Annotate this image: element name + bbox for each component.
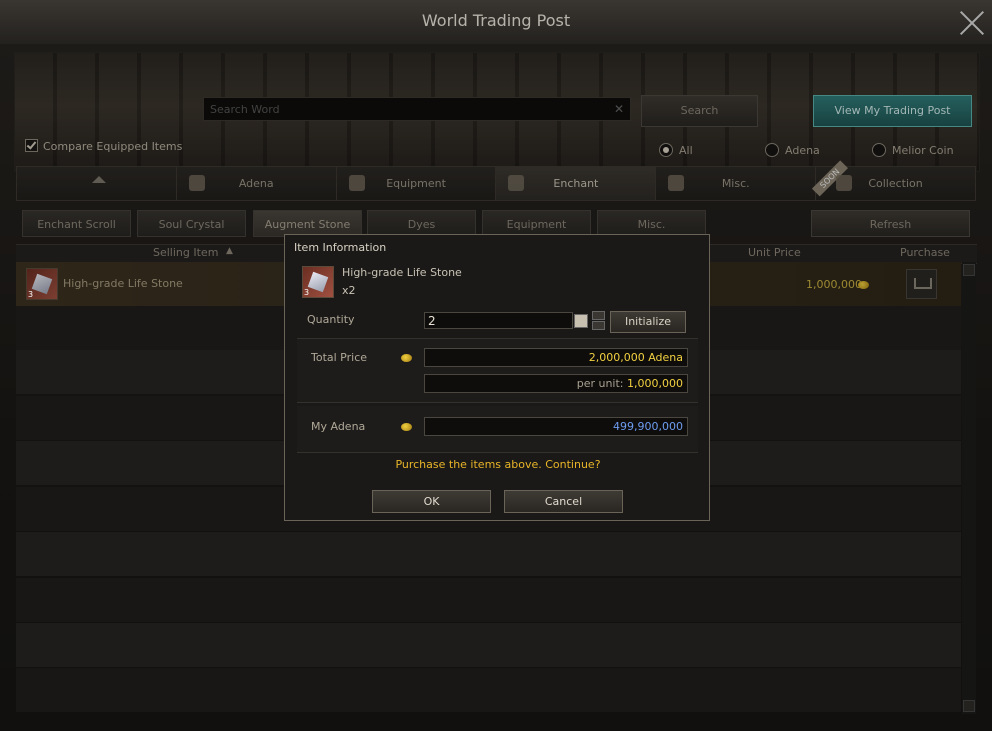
my-adena-label: My Adena [311, 420, 366, 433]
ok-button[interactable]: OK [372, 490, 491, 513]
my-adena-value: 499,900,000 [424, 417, 688, 436]
item-information-dialog: Item Information 3 High-grade Life Stone… [284, 234, 710, 521]
dialog-item-name: High-grade Life Stone [342, 266, 462, 279]
per-unit-label: per unit: [576, 377, 624, 390]
confirm-message: Purchase the items above. Continue? [395, 458, 601, 471]
per-unit-value: 1,000,000 [627, 377, 683, 390]
item-count: 3 [28, 290, 34, 299]
dialog-item-summary: 3 High-grade Life Stone x2 [297, 262, 698, 302]
adena-coin-icon [401, 423, 412, 431]
quantity-label: Quantity [307, 313, 355, 326]
adena-coin-icon [401, 354, 412, 362]
quantity-input[interactable]: 2 [424, 312, 573, 329]
my-adena-section: My Adena 499,900,000 [297, 406, 698, 453]
life-stone-icon: 3 [302, 266, 334, 298]
per-unit-box: per unit: 1,000,000 [424, 374, 688, 393]
cancel-button[interactable]: Cancel [504, 490, 623, 513]
initialize-button[interactable]: Initialize [610, 311, 686, 333]
calculator-icon[interactable] [574, 314, 588, 328]
total-price-value: 2,000,000 Adena [424, 348, 688, 367]
total-price-section: Total Price 2,000,000 Adena per unit: 1,… [297, 338, 698, 403]
quantity-increase-icon[interactable] [592, 311, 605, 320]
quantity-decrease-icon[interactable] [592, 321, 605, 330]
dialog-item-quantity: x2 [342, 284, 356, 297]
item-count: 3 [304, 288, 310, 297]
dialog-title: Item Information [294, 241, 387, 254]
total-price-label: Total Price [311, 351, 368, 364]
